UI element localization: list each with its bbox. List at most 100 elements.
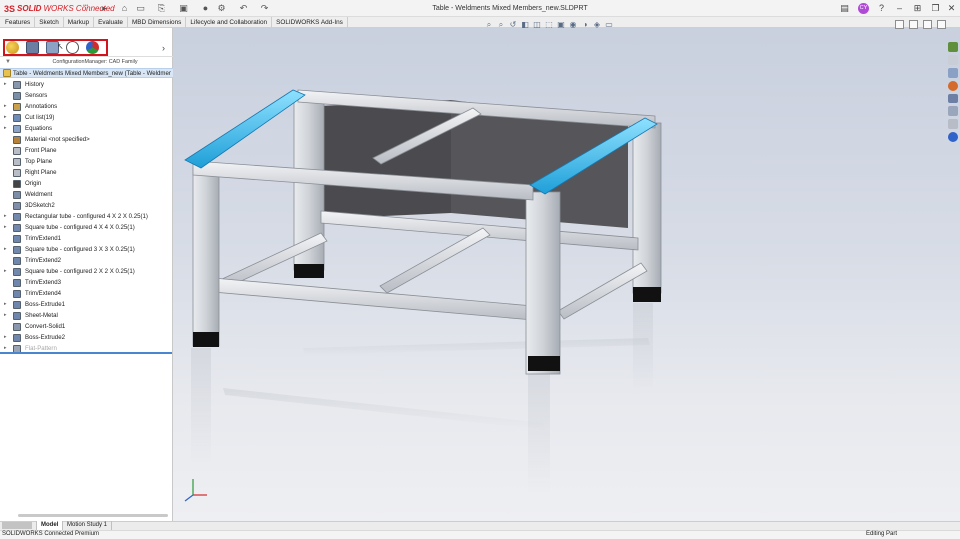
dynamic-annotation-icon[interactable]: ◫: [532, 20, 542, 30]
tree-item[interactable]: Front Plane: [0, 145, 172, 156]
tab-markup[interactable]: Markup: [64, 17, 95, 28]
new-document-icon[interactable]: ▭: [135, 3, 146, 14]
view-orientation-icon[interactable]: ⬚: [544, 20, 554, 30]
tree-item[interactable]: Trim/Extend4: [0, 288, 172, 299]
view-palette-icon[interactable]: [948, 93, 958, 104]
tree-item[interactable]: ▸ Annotations: [0, 101, 172, 112]
tree-item[interactable]: Top Plane: [0, 156, 172, 167]
tab-evaluate[interactable]: Evaluate: [94, 17, 128, 28]
menu-expand-icon[interactable]: ▸: [99, 3, 110, 14]
undo-icon[interactable]: ↶: [238, 3, 249, 14]
tree-item[interactable]: 3DSketch2: [0, 200, 172, 211]
tree-item[interactable]: ▸ Square tube - configured 4 X 4 X 0.25(1…: [0, 222, 172, 233]
file-explorer-icon[interactable]: [948, 67, 958, 78]
user-avatar[interactable]: CY: [858, 3, 869, 14]
tree-item-label: Equations: [25, 125, 53, 132]
tree-item[interactable]: ▸ Rectangular tube - configured 4 X 2 X 0…: [0, 211, 172, 222]
tree-item[interactable]: Trim/Extend1: [0, 233, 172, 244]
rollback-bar[interactable]: [0, 352, 172, 354]
tab-model[interactable]: Model: [36, 521, 64, 530]
tree-item[interactable]: ▸ Equations: [0, 123, 172, 134]
tree-item[interactable]: ▸ Boss-Extrude2: [0, 332, 172, 343]
panel-expand-chevron-icon[interactable]: ›: [162, 42, 170, 54]
close-icon[interactable]: ✕: [945, 2, 958, 15]
tree-item[interactable]: Right Plane: [0, 167, 172, 178]
tree-item[interactable]: ▸ Boss-Extrude1: [0, 299, 172, 310]
home-icon[interactable]: ⌂: [119, 3, 130, 14]
tree-item[interactable]: ▸ Cut list(19): [0, 112, 172, 123]
tree-item[interactable]: Trim/Extend2: [0, 255, 172, 266]
feature-icon: [13, 235, 21, 243]
appearances-icon[interactable]: [948, 80, 958, 91]
3dexperience-icon[interactable]: [948, 132, 958, 142]
solidworks-resources-icon[interactable]: [948, 42, 958, 52]
apply-scene-icon[interactable]: ◈: [592, 20, 602, 30]
redo-icon[interactable]: ↷: [259, 3, 270, 14]
expand-arrow-icon[interactable]: ▸: [4, 123, 9, 134]
tab-mbd-dimensions[interactable]: MBD Dimensions: [128, 17, 187, 28]
window-tile-icon[interactable]: ⊞: [911, 2, 924, 15]
tab-motion-study[interactable]: Motion Study 1: [63, 521, 113, 530]
help-icon[interactable]: ?: [875, 2, 888, 15]
expand-arrow-icon[interactable]: ▸: [4, 299, 9, 310]
expand-arrow-icon[interactable]: ▸: [4, 211, 9, 222]
graphics-area[interactable]: [173, 28, 960, 521]
expand-arrow-icon[interactable]: ▸: [4, 101, 9, 112]
options-gear-icon[interactable]: ⚙: [216, 3, 227, 14]
save-icon[interactable]: ▣: [178, 3, 189, 14]
tree-item[interactable]: Trim/Extend3: [0, 277, 172, 288]
viewport-tile-icon[interactable]: [909, 20, 918, 29]
tree-item[interactable]: ▸ Square tube - configured 2 X 2 X 0.25(1…: [0, 266, 172, 277]
expand-arrow-icon[interactable]: ▸: [4, 266, 9, 277]
front-right-foot: [528, 356, 560, 371]
tree-item[interactable]: Convert-Solid1: [0, 321, 172, 332]
panel-grip-handle[interactable]: •••: [83, 4, 88, 9]
viewport-restore-icon[interactable]: [923, 20, 932, 29]
solidworks-forum-icon[interactable]: [948, 119, 958, 130]
front-left-foot: [193, 332, 219, 347]
print-icon[interactable]: ●: [200, 3, 211, 14]
expand-arrow-icon[interactable]: ▸: [4, 112, 9, 123]
hide-show-items-icon[interactable]: ◉: [568, 20, 578, 30]
display-style-icon[interactable]: ▣: [556, 20, 566, 30]
tab-add-ins[interactable]: SOLIDWORKS Add-Ins: [272, 17, 348, 28]
tab-features[interactable]: Features: [0, 17, 36, 28]
tab-lifecycle[interactable]: Lifecycle and Collaboration: [186, 17, 273, 28]
lower-front-rail: [212, 277, 534, 321]
view-settings-icon[interactable]: ▭: [604, 20, 614, 30]
filter-icon[interactable]: ▼: [5, 59, 11, 65]
restore-icon[interactable]: ❐: [929, 2, 942, 15]
back-right-foot: [633, 287, 661, 302]
zoom-area-icon[interactable]: ⌕: [496, 20, 506, 30]
expand-arrow-icon[interactable]: ▸: [4, 79, 9, 90]
expand-arrow-icon[interactable]: ▸: [4, 222, 9, 233]
expand-arrow-icon[interactable]: ▸: [4, 332, 9, 343]
tab-scroll-arrows[interactable]: [2, 522, 32, 529]
expand-arrow-icon[interactable]: ▸: [4, 310, 9, 321]
open-icon[interactable]: ⎘: [156, 3, 167, 14]
tree-item-label: Front Plane: [25, 147, 57, 154]
viewport-minimize-icon[interactable]: [895, 20, 904, 29]
tree-item[interactable]: ▸ History: [0, 79, 172, 90]
previous-view-icon[interactable]: ↺: [508, 20, 518, 30]
tree-item[interactable]: Material <not specified>: [0, 134, 172, 145]
command-prompt-icon[interactable]: ▤: [838, 2, 851, 15]
custom-properties-icon[interactable]: [948, 106, 958, 117]
edit-appearance-icon[interactable]: ◑: [580, 20, 590, 30]
minimize-icon[interactable]: –: [893, 2, 906, 15]
section-view-icon[interactable]: ◧: [520, 20, 530, 30]
viewport-close-icon[interactable]: [937, 20, 946, 29]
tab-sketch[interactable]: Sketch: [35, 17, 64, 28]
tree-item[interactable]: Origin: [0, 178, 172, 189]
expand-arrow-icon[interactable]: ▸: [4, 244, 9, 255]
zoom-to-fit-icon[interactable]: ⌕: [484, 20, 494, 30]
design-library-icon[interactable]: [948, 54, 958, 65]
tree-item[interactable]: ▸ Sheet-Metal: [0, 310, 172, 321]
tree-horizontal-scrollbar[interactable]: [18, 514, 168, 517]
tree-item-label: Convert-Solid1: [25, 323, 66, 330]
tree-item[interactable]: Weldment: [0, 189, 172, 200]
tree-item[interactable]: ▸ Square tube - configured 3 X 3 X 0.25(1…: [0, 244, 172, 255]
tree-item[interactable]: Sensors: [0, 90, 172, 101]
